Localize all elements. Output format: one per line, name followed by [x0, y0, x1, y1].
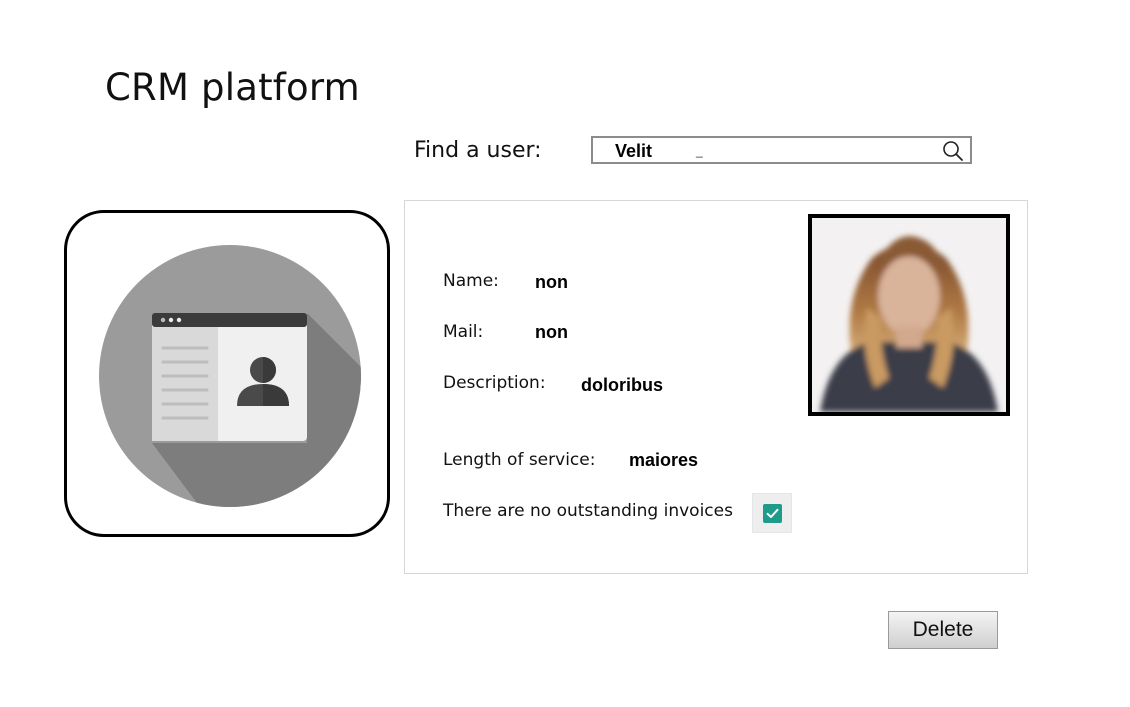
- search-box[interactable]: _: [591, 136, 972, 164]
- app-title: CRM platform: [105, 66, 360, 109]
- mail-value: non: [535, 322, 568, 342]
- search-icon[interactable]: [942, 140, 964, 162]
- user-photo: [808, 214, 1010, 416]
- profile-icon-frame: [64, 210, 390, 537]
- service-length-value: maiores: [629, 450, 699, 470]
- description-value: doloribus: [581, 375, 663, 395]
- invoices-checkbox[interactable]: [763, 504, 782, 523]
- description-label: Description:: [443, 373, 546, 393]
- name-label: Name:: [443, 271, 499, 291]
- text-cursor: _: [696, 144, 703, 158]
- invoices-label: There are no outstanding invoices: [443, 501, 733, 521]
- delete-button[interactable]: Delete: [888, 611, 998, 649]
- search-input[interactable]: [615, 140, 935, 162]
- check-icon: [766, 508, 779, 518]
- mail-label: Mail:: [443, 322, 484, 342]
- find-user-label: Find a user:: [414, 138, 542, 163]
- invoices-checkbox-wrap: [752, 493, 792, 533]
- name-value: non: [535, 272, 568, 292]
- service-length-label: Length of service:: [443, 450, 596, 470]
- contact-card-icon: [99, 245, 361, 507]
